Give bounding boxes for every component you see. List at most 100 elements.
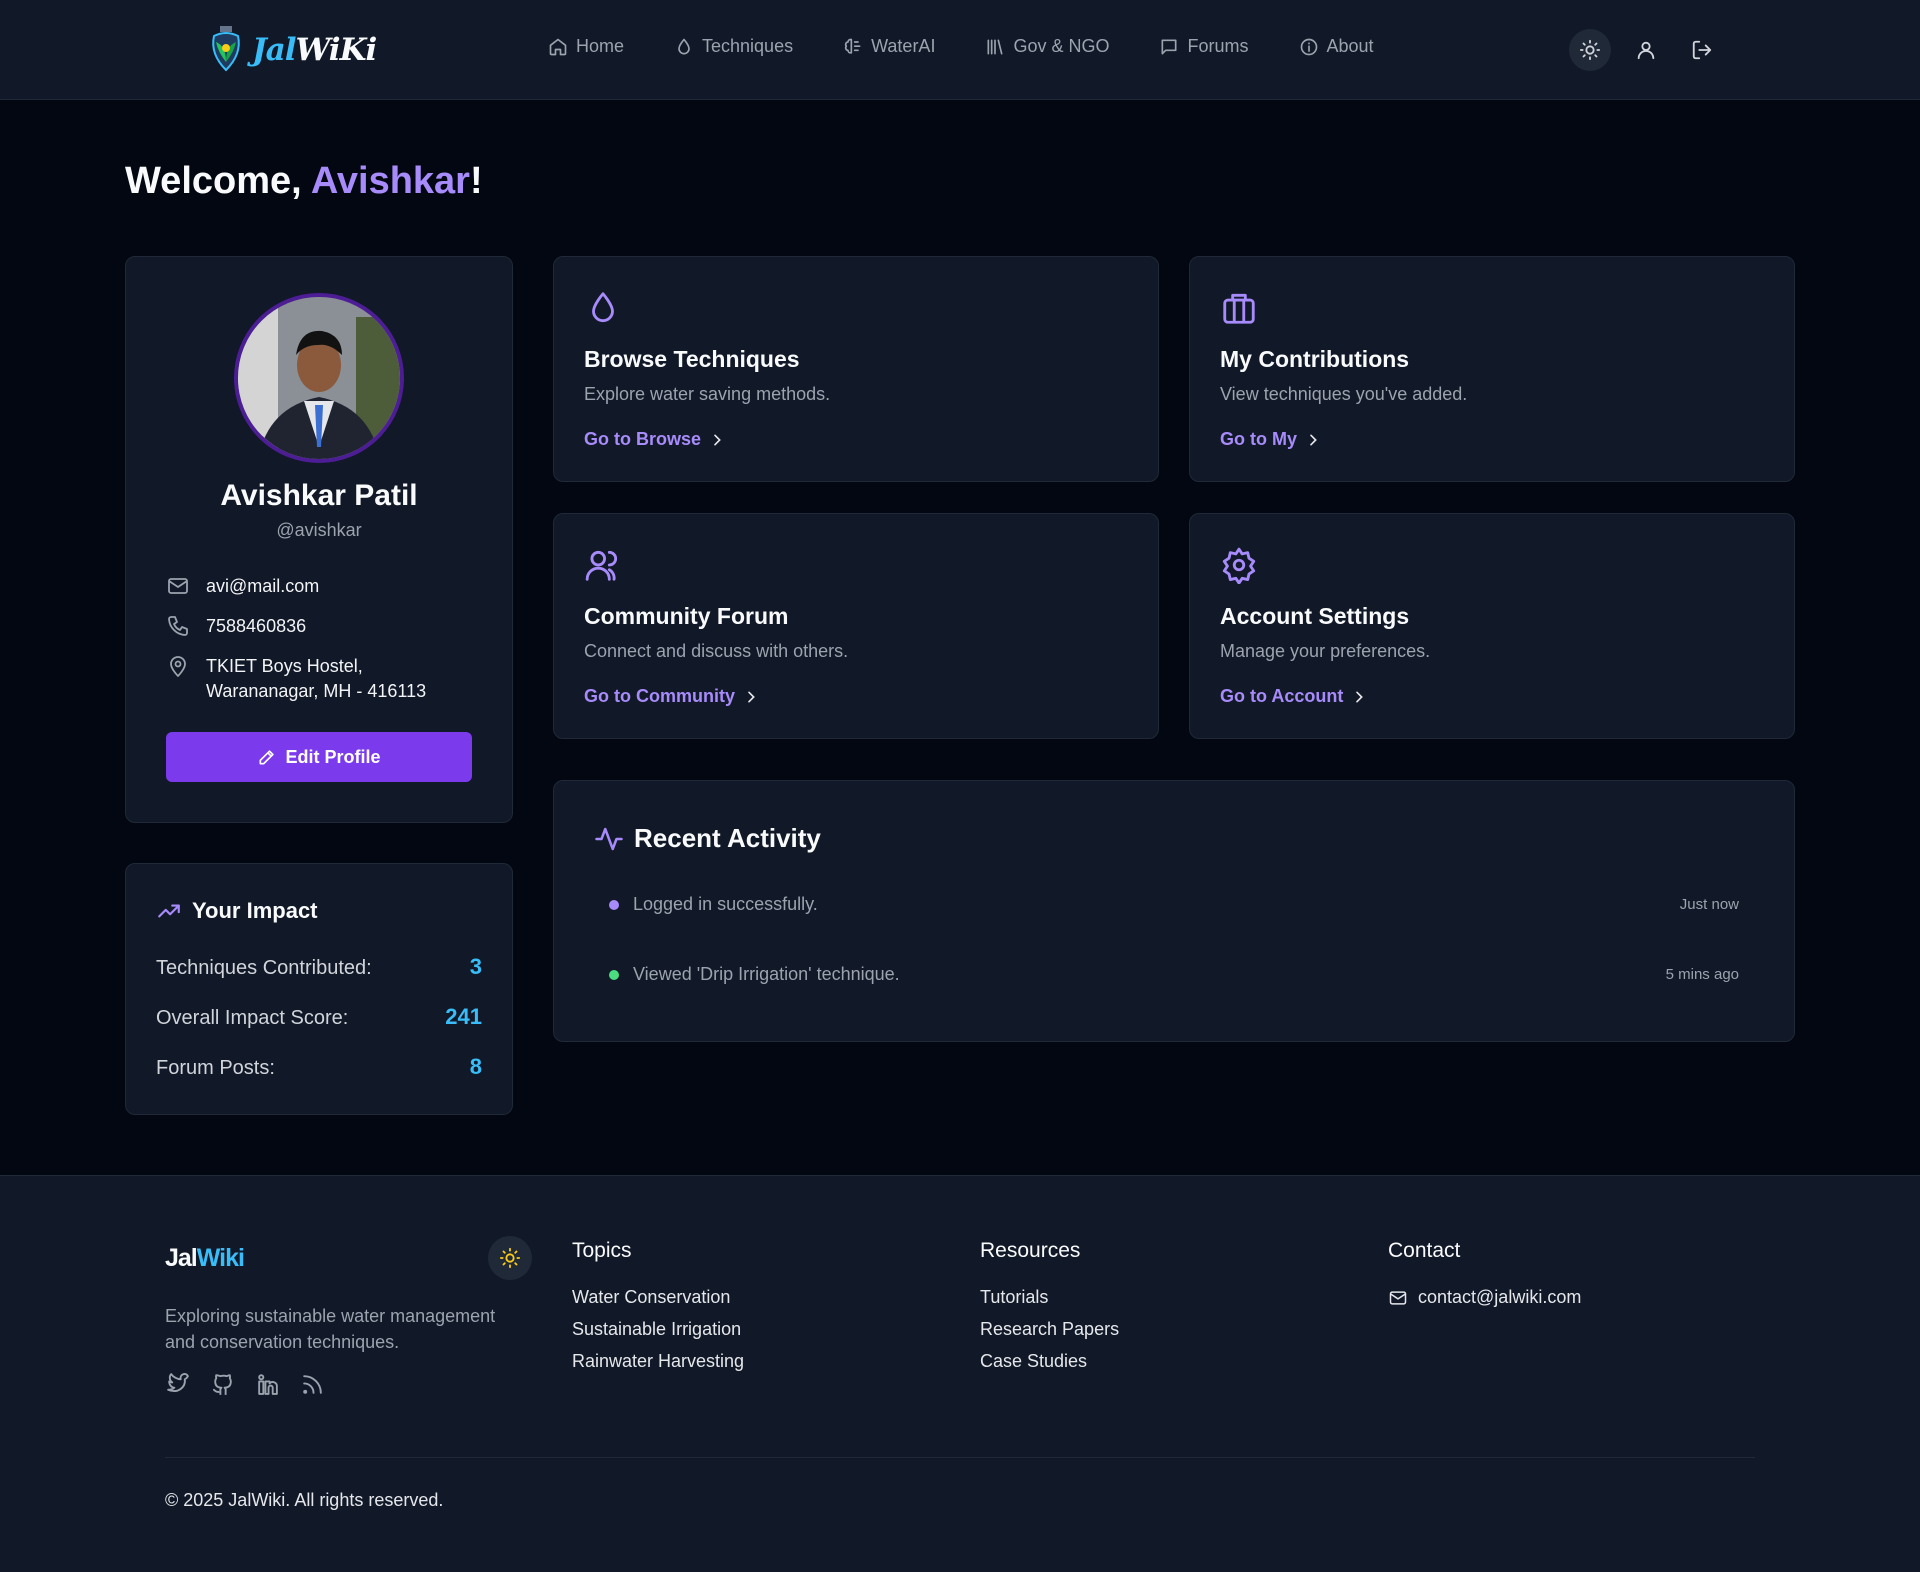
card-description: Connect and discuss with others. [584,641,849,661]
profile-card: Avishkar Patil @avishkar avi@mail.com 75… [125,256,513,823]
briefcase-icon [1223,293,1255,324]
footer: JalWiki Exploring sustainable water mana… [0,1175,1920,1572]
jalwiki-logo[interactable]: JalWiKi [204,22,377,78]
profile-phone: 7588460836 [206,616,307,636]
brain-icon [844,38,861,54]
go-to-community-link[interactable]: Go to Community [584,686,759,707]
footer-link[interactable]: Rainwater Harvesting [572,1351,744,1372]
main-nav: Home Techniques WaterAI Gov & NGO Forums… [548,36,1374,57]
users-icon [585,550,618,581]
home-icon [549,38,567,55]
go-to-browse-link[interactable]: Go to Browse [584,429,725,450]
footer-link[interactable]: Sustainable Irrigation [572,1319,744,1340]
recent-activity-card: Recent Activity Logged in successfully. … [553,780,1795,1042]
impact-value: 3 [469,954,482,979]
footer-resources-title: Resources [980,1239,1081,1262]
gear-icon [1222,547,1256,584]
social-links [165,1372,325,1397]
github-icon[interactable] [210,1372,235,1397]
nav-gov-ngo[interactable]: Gov & NGO [985,36,1109,57]
welcome-heading: Welcome, Avishkar! [125,160,483,202]
nav-waterai[interactable]: WaterAI [843,36,935,57]
mail-icon [168,578,188,594]
impact-card: Your Impact Techniques Contributed: 3 Ov… [125,863,513,1115]
footer-topics: Topics Water Conservation Sustainable Ir… [572,1239,744,1383]
footer-theme-toggle-button[interactable] [488,1236,532,1280]
pencil-icon [259,750,275,765]
droplet-icon [678,38,690,54]
footer-contact-title: Contact [1388,1239,1461,1262]
edit-profile-button[interactable]: Edit Profile [166,732,472,782]
go-to-my-link[interactable]: Go to My [1220,429,1321,450]
profile-name: Avishkar Patil [220,479,418,512]
card-title: Community Forum [584,603,789,629]
theme-toggle-button[interactable] [1569,29,1611,71]
impact-value: 241 [445,1004,482,1029]
go-to-account-link[interactable]: Go to Account [1220,686,1367,707]
location-pin-icon [170,656,186,677]
impact-row: Forum Posts: 8 [156,1054,482,1080]
library-icon [987,39,1003,55]
nav-home-label: Home [576,36,625,56]
profile-handle: @avishkar [276,520,362,540]
nav-techniques-label: Techniques [702,36,794,56]
footer-topics-title: Topics [572,1239,632,1262]
avatar [234,293,404,463]
chat-icon [1161,39,1177,55]
footer-divider [165,1457,1755,1458]
nav-home[interactable]: Home [548,36,624,57]
welcome-name: Avishkar [310,160,470,202]
logo-text: JalWiKi [252,32,377,68]
nav-about[interactable]: About [1299,36,1374,57]
status-dot [609,969,619,980]
chevron-right-icon [748,691,755,702]
linkedin-icon[interactable] [255,1372,280,1397]
profile-button[interactable] [1625,29,1667,71]
user-icon [1637,41,1655,60]
copyright: © 2025 JalWiki. All rights reserved. [165,1490,444,1510]
droplet-icon [592,292,614,323]
activity-text: Logged in successfully. [633,894,818,914]
chevron-right-icon [1356,691,1364,702]
footer-email-link[interactable]: contact@jalwiki.com [1388,1287,1581,1308]
footer-contact: Contact contact@jalwiki.com [1388,1239,1581,1308]
nav-forums-label: Forums [1187,36,1249,56]
account-settings-card[interactable]: Account Settings Manage your preferences… [1189,513,1795,739]
footer-link[interactable]: Tutorials [980,1287,1119,1308]
rss-icon[interactable] [300,1372,325,1397]
nav-waterai-label: WaterAI [871,36,936,56]
footer-link[interactable]: Research Papers [980,1319,1119,1340]
logo-plant-icon [212,26,240,72]
community-forum-card[interactable]: Community Forum Connect and discuss with… [553,513,1159,739]
footer-link[interactable]: Water Conservation [572,1287,744,1308]
nav-forums[interactable]: Forums [1159,36,1249,57]
impact-row: Overall Impact Score: 241 [156,1004,482,1030]
activity-pulse-icon [595,827,623,850]
activity-item: Logged in successfully. Just now [609,894,1739,915]
impact-label: Techniques Contributed: [156,957,372,979]
activity-time: 5 mins ago [1665,966,1739,983]
twitter-icon[interactable] [165,1372,190,1397]
profile-email: avi@mail.com [206,576,320,596]
email-row: avi@mail.com [166,574,319,599]
card-title: My Contributions [1220,346,1410,372]
impact-row: Techniques Contributed: 3 [156,954,482,980]
activity-text: Viewed 'Drip Irrigation' technique. [633,964,900,984]
info-icon [1300,38,1317,55]
card-description: View techniques you've added. [1220,384,1468,404]
card-description: Explore water saving methods. [584,384,831,404]
browse-techniques-card[interactable]: Browse Techniques Explore water saving m… [553,256,1159,482]
card-title: Browse Techniques [584,346,800,372]
my-contributions-card[interactable]: My Contributions View techniques you've … [1189,256,1795,482]
nav-actions [1569,29,1723,71]
footer-link[interactable]: Case Studies [980,1351,1119,1372]
sun-icon [1579,39,1601,61]
phone-row: 7588460836 [166,614,306,639]
nav-about-label: About [1326,36,1374,56]
nav-techniques[interactable]: Techniques [674,36,793,57]
logout-button[interactable] [1681,29,1723,71]
impact-label: Forum Posts: [156,1057,275,1079]
nav-gov-ngo-label: Gov & NGO [1013,36,1110,56]
edit-profile-label: Edit Profile [285,746,381,767]
navbar: JalWiKi Home Techniques WaterAI Gov & NG… [0,0,1920,100]
